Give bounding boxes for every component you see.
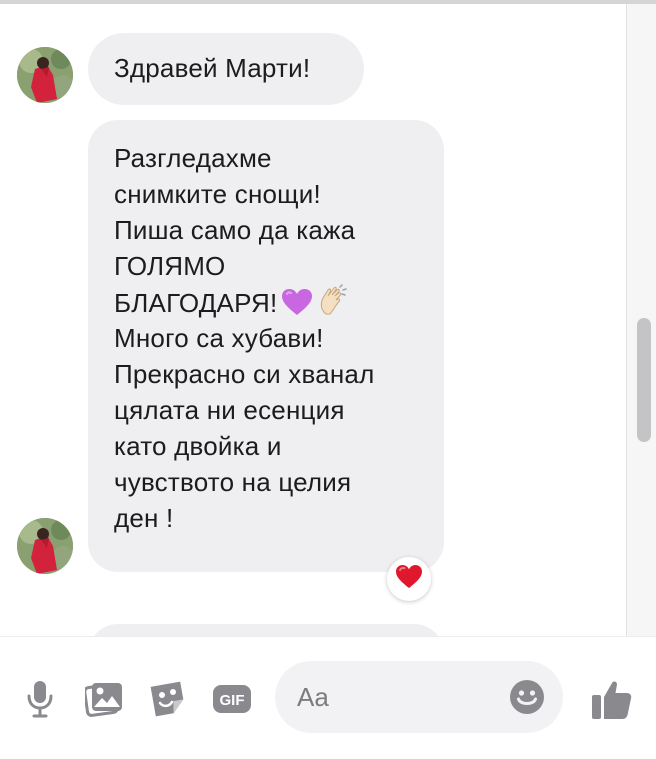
message-line: ГОЛЯМО	[114, 251, 226, 281]
clapping-hands-icon	[317, 284, 349, 325]
contact-avatar[interactable]	[17, 47, 73, 103]
message-line: Много са хубави!	[114, 323, 324, 353]
smiley-icon[interactable]	[509, 679, 545, 715]
heart-reaction[interactable]	[387, 557, 431, 601]
message-line: ден !	[114, 503, 174, 533]
message-input-placeholder: Aa	[297, 682, 329, 712]
photo-icon[interactable]	[84, 679, 124, 719]
red-heart-icon	[395, 564, 423, 594]
message-line: БЛАГОДАРЯ!	[114, 288, 278, 318]
message-bubble[interactable]: Разгледахме снимките снощи! Пиша само да…	[88, 120, 444, 572]
message-line: снимките снощи!	[114, 179, 321, 209]
message-composer: GIF Aa	[0, 636, 656, 759]
message-line: Разгледахме	[114, 143, 272, 173]
message-line: като двойка и	[114, 431, 282, 461]
contact-avatar[interactable]	[17, 518, 73, 574]
sticker-icon[interactable]	[148, 679, 188, 719]
message-text: Здравей Марти!	[114, 53, 311, 83]
message-input[interactable]: Aa	[275, 661, 563, 733]
message-line: Пиша само да кажа	[114, 215, 356, 245]
gif-label: GIF	[220, 692, 245, 709]
message-bubble-partial[interactable]	[88, 624, 444, 636]
microphone-icon[interactable]	[20, 679, 60, 719]
message-line: Прекрасно си хванал	[114, 359, 375, 389]
gif-icon[interactable]: GIF	[212, 679, 252, 719]
scrollbar[interactable]	[626, 4, 656, 636]
message-line-with-emoji: БЛАГОДАРЯ!	[114, 284, 418, 320]
message-line: цялата ни есенция	[114, 395, 345, 425]
message-line: чувството на целия	[114, 467, 352, 497]
message-bubble[interactable]: Здравей Марти!	[88, 33, 364, 105]
message-thread[interactable]: Здравей Марти! Разгледахме снимките снощ…	[0, 4, 626, 636]
thumbs-up-icon[interactable]	[590, 677, 634, 721]
scrollbar-thumb[interactable]	[637, 318, 651, 442]
